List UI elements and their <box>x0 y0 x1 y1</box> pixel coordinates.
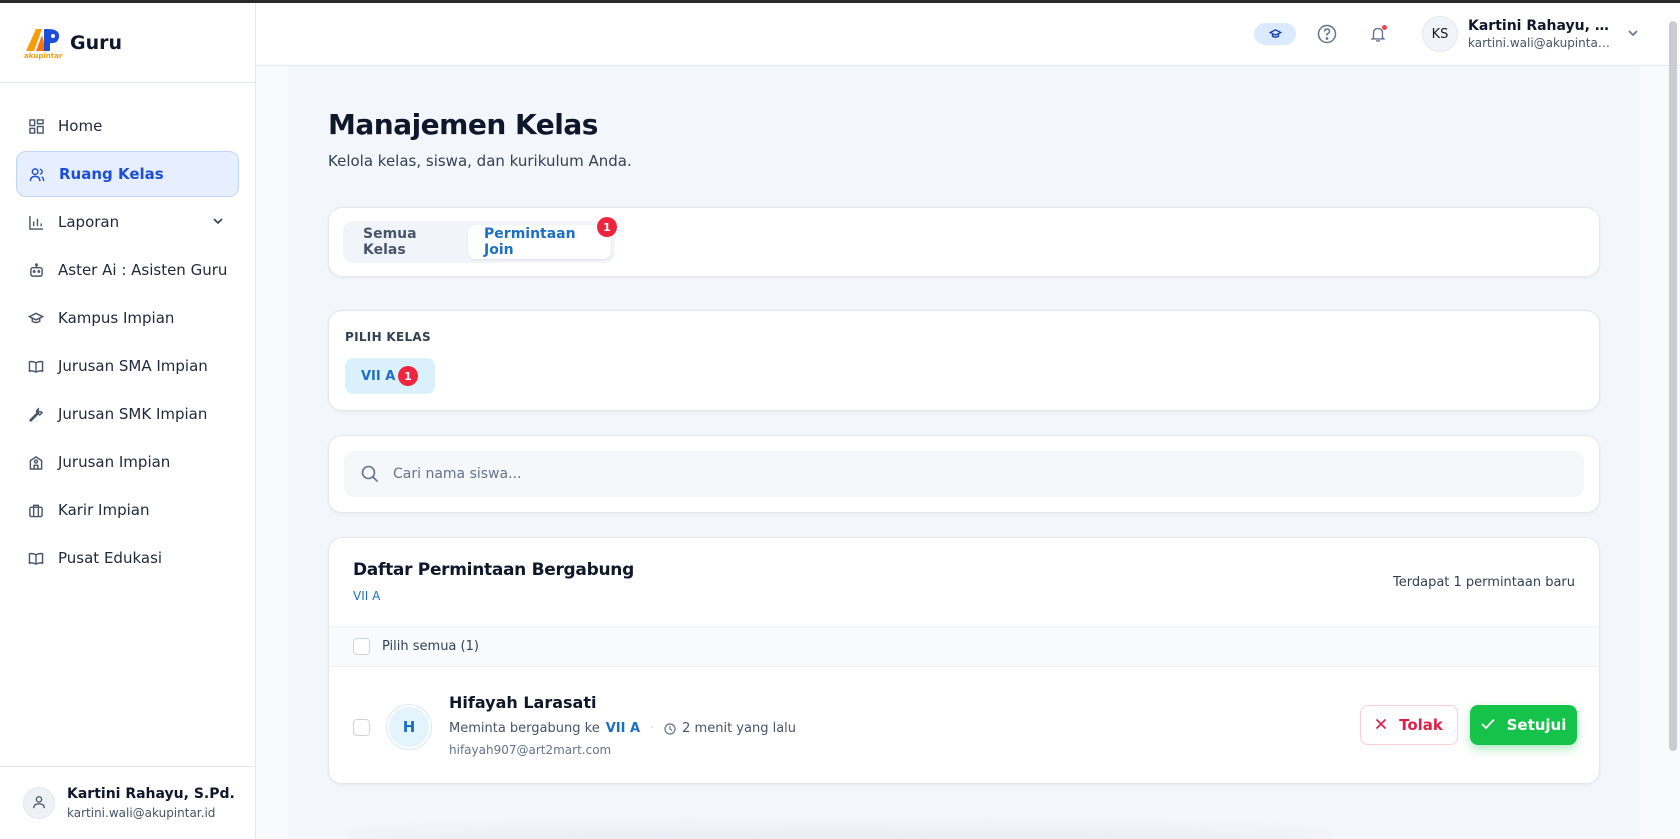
request-count-text: Terdapat 1 permintaan baru <box>1393 575 1575 590</box>
class-chip-label: VII A <box>361 368 396 384</box>
sidebar-item-ruang-kelas[interactable]: Ruang Kelas <box>16 151 239 197</box>
sidebar-user-card[interactable]: Kartini Rahayu, S.Pd. kartini.wali@akupi… <box>0 766 255 839</box>
approve-label: Setujui <box>1506 716 1567 734</box>
tab-semua-kelas[interactable]: Semua Kelas <box>347 225 468 259</box>
student-name: Hifayah Larasati <box>449 693 597 712</box>
tabs-card: Semua Kelas Permintaan Join 1 <box>328 207 1600 277</box>
sidebar: akupintar Guru Home Ruang Kelas Laporan … <box>0 3 256 839</box>
sidebar-item-label: Jurusan SMK Impian <box>58 405 208 423</box>
check-icon <box>1480 716 1495 734</box>
page-title: Manajemen Kelas <box>328 108 598 141</box>
sidebar-item-label: Aster Ai : Asisten Guru <box>58 261 228 279</box>
role-chip[interactable] <box>1254 23 1296 45</box>
sidebar-item-jurusan-sma[interactable]: Jurusan SMA Impian <box>16 343 239 389</box>
select-all-checkbox[interactable] <box>353 638 370 655</box>
sidebar-item-label: Kampus Impian <box>58 309 175 327</box>
book-icon <box>28 358 44 374</box>
grid-icon <box>28 118 44 134</box>
search-input[interactable] <box>393 466 1543 482</box>
request-class: VII A <box>605 721 641 736</box>
request-list-card: Daftar Permintaan Bergabung VII A Terdap… <box>328 537 1600 784</box>
topbar-user-email: kartini.wali@akupintar.id <box>1468 36 1610 50</box>
sidebar-item-laporan[interactable]: Laporan <box>16 199 239 245</box>
close-icon <box>1375 716 1387 734</box>
sidebar-item-jurusan-impian[interactable]: Jurusan Impian <box>16 439 239 485</box>
graduation-cap-icon <box>28 310 44 326</box>
request-list-title: Daftar Permintaan Bergabung <box>353 560 634 580</box>
sidebar-nav: Home Ruang Kelas Laporan Aster Ai: Asis… <box>0 83 255 581</box>
sidebar-user-name: Kartini Rahayu, S.Pd. <box>67 786 235 802</box>
sidebar-item-label: Ruang Kelas <box>59 165 164 183</box>
avatar: KS <box>1422 16 1458 52</box>
sidebar-item-label: Jurusan Impian <box>58 453 171 471</box>
bar-chart-icon <box>28 214 44 230</box>
brand-name: Guru <box>70 31 123 54</box>
notification-dot <box>1382 25 1387 30</box>
approve-button[interactable]: Setujui <box>1470 705 1577 745</box>
brand[interactable]: akupintar Guru <box>0 3 255 83</box>
sidebar-item-label: Home <box>58 117 103 135</box>
sidebar-item-jurusan-smk[interactable]: Jurusan SMK Impian <box>16 391 239 437</box>
sidebar-item-home[interactable]: Home <box>16 103 239 149</box>
avatar <box>23 787 55 819</box>
users-icon <box>29 166 45 182</box>
logo-wordmark: akupintar <box>24 51 63 60</box>
bell-icon[interactable] <box>1367 23 1389 45</box>
help-icon[interactable] <box>1316 23 1338 45</box>
school-icon <box>28 454 44 470</box>
search-icon <box>361 465 379 483</box>
select-all-row: Pilih semua (1) <box>329 626 1599 667</box>
request-checkbox[interactable] <box>353 719 370 736</box>
topbar-user-menu[interactable]: KS Kartini Rahayu, S.Pd. kartini.wali@ak… <box>1422 16 1640 52</box>
sidebar-item-label: Karir Impian <box>58 501 150 519</box>
class-picker-card: PILIH KELAS VII A 1 <box>328 310 1600 411</box>
scrollbar[interactable] <box>1669 21 1677 751</box>
class-chip-vii-a[interactable]: VII A 1 <box>345 358 435 394</box>
sidebar-item-aster-ai[interactable]: Aster Ai : Asisten Guru <box>16 247 239 293</box>
chevron-down-icon[interactable] <box>211 214 225 232</box>
tab-label: Permintaan Join <box>484 226 576 258</box>
akupintar-logo: akupintar <box>22 25 62 61</box>
topbar: KS Kartini Rahayu, S.Pd. kartini.wali@ak… <box>256 3 1680 66</box>
sidebar-item-kampus-impian[interactable]: Kampus Impian <box>16 295 239 341</box>
briefcase-icon <box>28 502 44 518</box>
sidebar-item-label: Pusat Edukasi <box>58 549 163 567</box>
sidebar-item-label: Jurusan SMA Impian <box>58 357 208 375</box>
clock-icon <box>664 722 676 735</box>
search-card <box>328 435 1600 513</box>
dot-separator: · <box>650 721 655 736</box>
sidebar-item-label: Laporan <box>58 213 120 231</box>
tab-permintaan-join[interactable]: Permintaan Join 1 <box>468 217 617 259</box>
page-subtitle: Kelola kelas, siswa, dan kurikulum Anda. <box>328 152 632 170</box>
search-box[interactable] <box>344 451 1584 497</box>
class-picker-label: PILIH KELAS <box>345 330 431 344</box>
chevron-down-icon[interactable] <box>1626 25 1640 44</box>
tab-bar: Semua Kelas Permintaan Join 1 <box>343 217 617 263</box>
wrench-icon <box>28 406 44 422</box>
request-time: 2 menit yang lalu <box>682 721 797 736</box>
reject-button[interactable]: Tolak <box>1360 705 1458 745</box>
sidebar-item-karir-impian[interactable]: Karir Impian <box>16 487 239 533</box>
select-all-label[interactable]: Pilih semua (1) <box>382 639 479 654</box>
reject-label: Tolak <box>1399 716 1443 734</box>
request-list-class: VII A <box>353 589 381 603</box>
app-window: akupintar Guru Home Ruang Kelas Laporan … <box>0 3 1680 839</box>
robot-icon <box>28 262 44 278</box>
graduation-cap-icon <box>1268 25 1282 44</box>
avatar: H <box>387 705 431 749</box>
user-icon <box>32 794 46 813</box>
student-email: hifayah907@art2mart.com <box>449 743 612 757</box>
list-item: H Hifayah Larasati Meminta bergabung ke … <box>329 668 1599 783</box>
sidebar-user-email: kartini.wali@akupintar.id <box>67 806 216 820</box>
book-open-icon <box>28 550 44 566</box>
sidebar-item-pusat-edukasi[interactable]: Pusat Edukasi <box>16 535 239 581</box>
request-meta-prefix: Meminta bergabung ke <box>449 721 600 736</box>
count-badge: 1 <box>398 366 418 386</box>
count-badge: 1 <box>597 217 617 237</box>
topbar-user-name: Kartini Rahayu, S.Pd. <box>1468 18 1610 34</box>
request-meta: Meminta bergabung ke VII A · 2 menit yan… <box>449 721 796 736</box>
